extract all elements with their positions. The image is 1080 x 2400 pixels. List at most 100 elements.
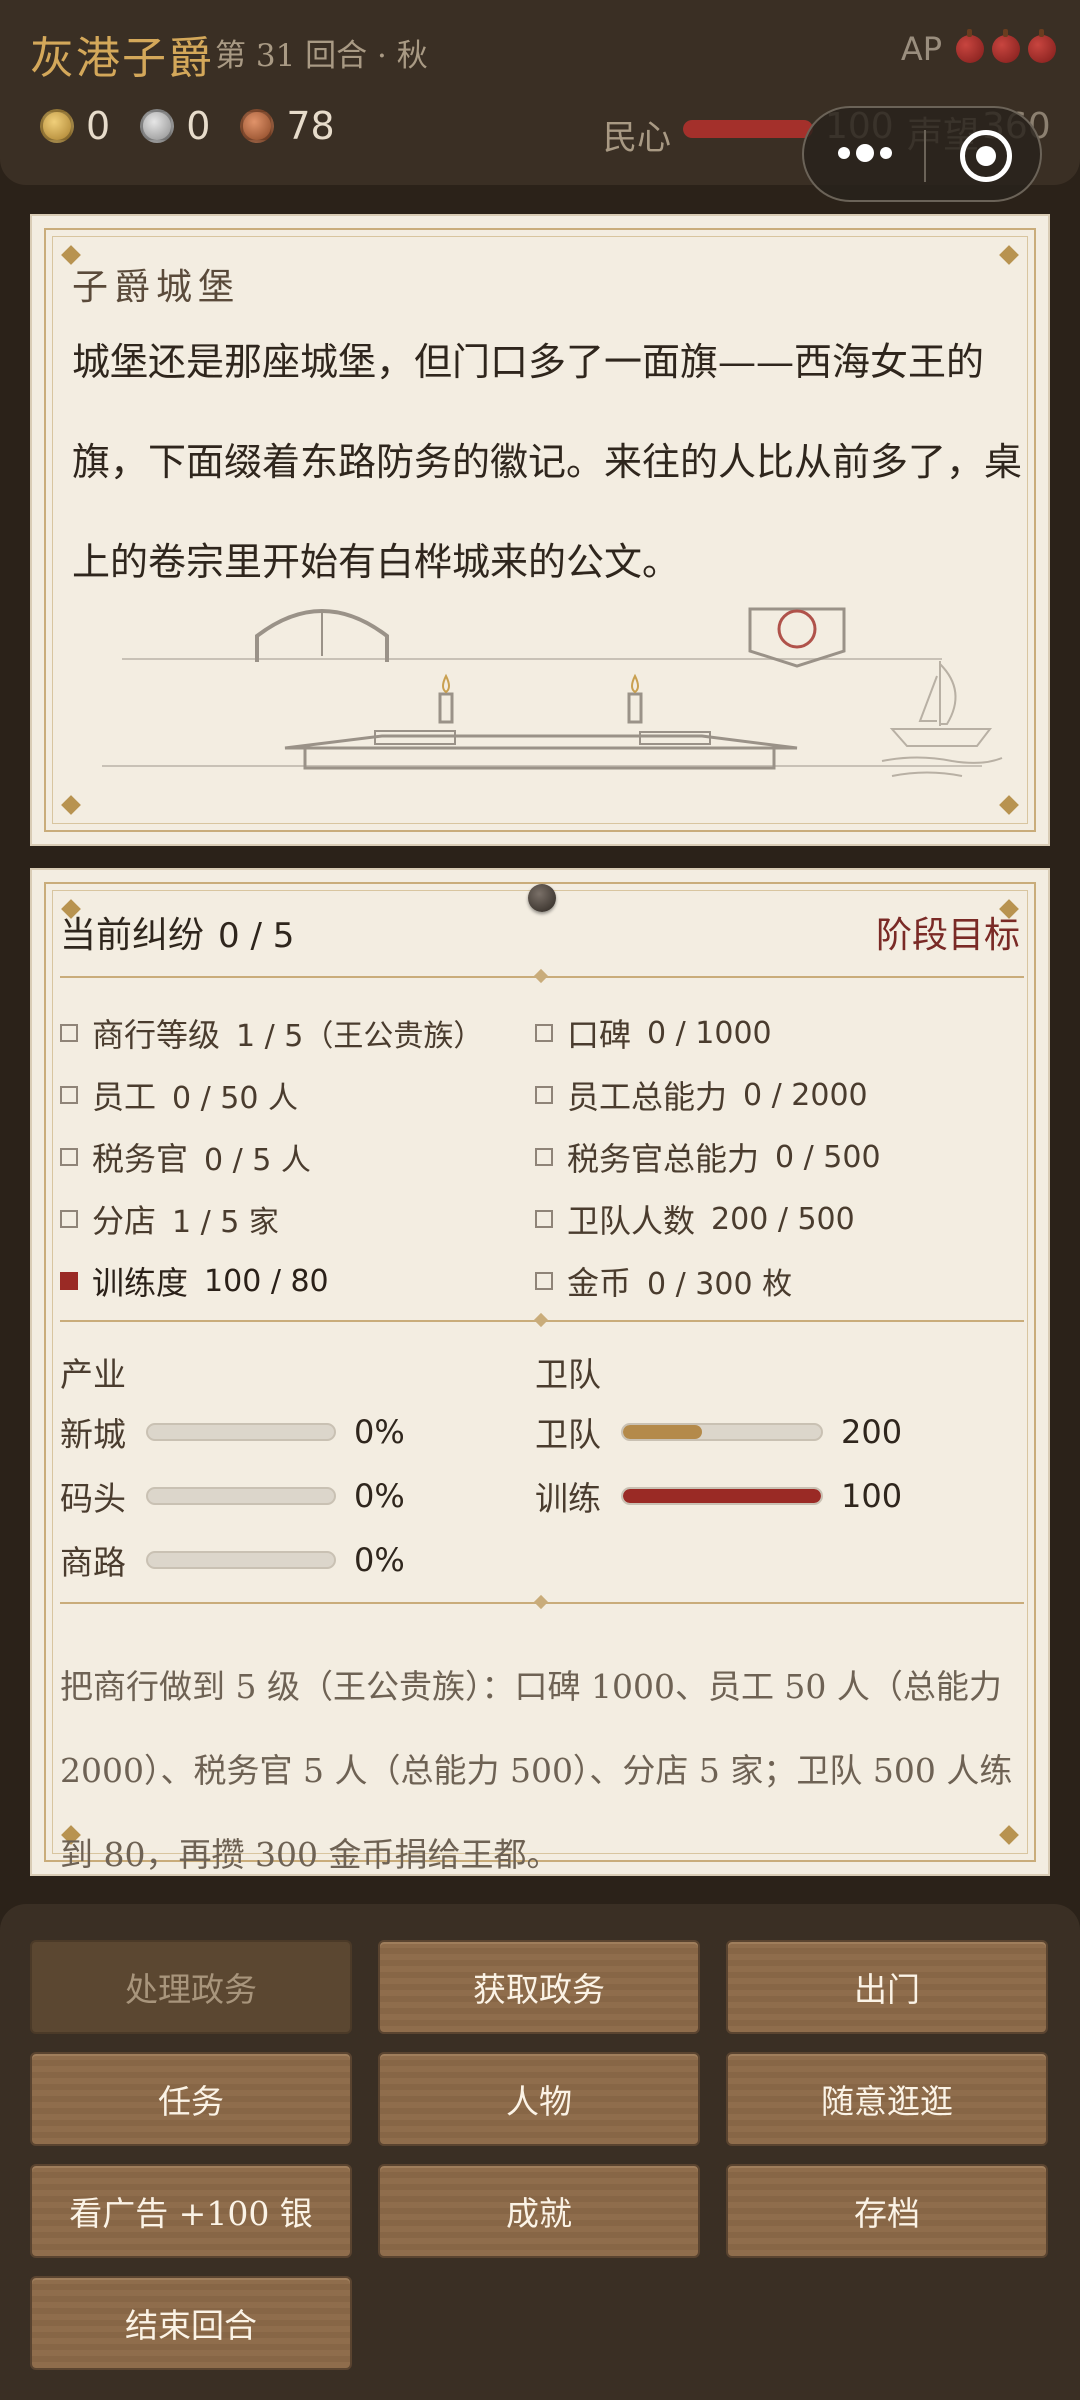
dispute-counter: 当前纠纷 0 / 5: [60, 906, 294, 958]
action-button-2[interactable]: 获取政务: [378, 1940, 700, 2034]
stage-goal-link[interactable]: 阶段目标: [876, 906, 1020, 958]
silver-count: 0: [186, 104, 211, 148]
industry-meter-track: [146, 1487, 336, 1505]
action-button-5[interactable]: 人物: [378, 2052, 700, 2146]
action-button-4[interactable]: 任务: [30, 2052, 352, 2146]
industry-meter-row: 新城 0%: [60, 1408, 405, 1456]
guard-meter-row: 训练 100: [535, 1472, 902, 1520]
action-button-1: 处理政务: [30, 1940, 352, 2034]
unchecked-box-icon: [60, 1024, 78, 1042]
requirement-label: 员工: [92, 1078, 157, 1116]
stage-goal-description: 把商行做到 5 级（王公贵族）：口碑 1000、员工 50 人（总能力 2000…: [60, 1667, 1013, 1874]
pin-icon: [528, 884, 556, 912]
gold-count: 0: [86, 104, 111, 148]
requirement-label: 商行等级: [92, 1016, 221, 1054]
guard-meter-track: [621, 1423, 823, 1441]
requirement-value: 0 / 1000: [647, 1015, 772, 1051]
action-button-3[interactable]: 出门: [726, 1940, 1048, 2034]
industry-meter-value: 0%: [354, 1477, 405, 1515]
industry-meter-label: 码头: [60, 1479, 126, 1518]
guard-meter-label: 训练: [535, 1479, 601, 1518]
requirement-value: 0 / 50 人: [172, 1081, 298, 1116]
action-points: AP: [900, 29, 1056, 68]
story-panel: 子爵城堡 城堡还是那座城堡，但门口多了一面旗——西海女王的旗，下面缀着东路防务的…: [30, 214, 1050, 846]
requirement-item: 卫队人数 200 / 500: [535, 1196, 855, 1242]
industry-meter-label: 新城: [60, 1415, 126, 1454]
unchecked-box-icon: [60, 1148, 78, 1166]
more-options-icon[interactable]: [838, 144, 892, 162]
requirement-value: 0 / 5 人: [204, 1143, 311, 1178]
industry-meter-track: [146, 1551, 336, 1569]
gold-coin-icon: [40, 109, 74, 143]
action-button-6[interactable]: 随意逛逛: [726, 2052, 1048, 2146]
requirement-value: 1 / 5 家: [172, 1205, 279, 1240]
requirement-label: 分店: [92, 1202, 157, 1240]
checked-box-icon: [60, 1272, 78, 1290]
capsule-divider: [924, 130, 926, 182]
ap-apple-icon: [992, 29, 1020, 63]
guard-meter-value: 100: [841, 1477, 903, 1515]
castle-hall-illustration: [102, 607, 1003, 777]
player-title: 灰港子爵: [30, 33, 214, 84]
requirement-item: 训练度 100 / 80: [60, 1258, 329, 1304]
requirement-value: 0 / 300 枚: [647, 1267, 793, 1302]
requirement-value: 0 / 2000: [743, 1077, 868, 1113]
miniprogram-capsule: [802, 106, 1042, 202]
unchecked-box-icon: [535, 1024, 553, 1042]
action-panel: 处理政务 获取政务 出门任务 人物 随意逛逛看广告 +100 银成就 存档结束回合: [0, 1904, 1080, 2400]
requirement-item: 商行等级 1 / 5（王公贵族）: [60, 1010, 483, 1056]
turn-indicator: 第 31 回合 · 秋: [215, 38, 428, 74]
action-button-9[interactable]: 存档: [726, 2164, 1048, 2258]
unchecked-box-icon: [535, 1272, 553, 1290]
guard-meter-track: [621, 1487, 823, 1505]
industry-meter-row: 商路 0%: [60, 1536, 405, 1584]
requirement-label: 金币: [567, 1264, 632, 1302]
guard-title: 卫队: [535, 1355, 601, 1394]
divider: [60, 1320, 1024, 1322]
copper-coin-icon: [240, 109, 275, 143]
ap-apple-icon: [956, 29, 984, 63]
requirement-item: 金币 0 / 300 枚: [535, 1258, 792, 1304]
requirement-label: 口碑: [567, 1016, 632, 1054]
unchecked-box-icon: [535, 1148, 553, 1166]
requirement-item: 税务官总能力 0 / 500: [535, 1134, 881, 1180]
guard-meter-value: 200: [841, 1413, 903, 1451]
industry-meter-value: 0%: [354, 1541, 405, 1579]
guard-meter-label: 卫队: [535, 1415, 601, 1454]
requirement-item: 口碑 0 / 1000: [535, 1010, 772, 1056]
unchecked-box-icon: [60, 1086, 78, 1104]
dispute-label: 当前纠纷: [60, 915, 205, 956]
requirement-label: 员工总能力: [567, 1078, 728, 1116]
requirement-label: 卫队人数: [567, 1202, 696, 1240]
industry-meter-track: [146, 1423, 336, 1441]
requirement-label: 税务官总能力: [567, 1140, 760, 1178]
minxin-bar-fill: [683, 120, 813, 138]
requirement-item: 员工总能力 0 / 2000: [535, 1072, 868, 1118]
industry-meter-row: 码头 0%: [60, 1472, 405, 1520]
copper-count: 78: [286, 104, 335, 148]
action-button-10[interactable]: 结束回合: [30, 2276, 352, 2370]
requirement-value: 100 / 80: [204, 1263, 329, 1299]
requirement-item: 员工 0 / 50 人: [60, 1072, 298, 1118]
requirement-label: 税务官: [92, 1140, 189, 1178]
requirement-item: 分店 1 / 5 家: [60, 1196, 279, 1242]
divider: [60, 976, 1024, 978]
ap-label: AP: [900, 30, 942, 68]
industry-title: 产业: [60, 1355, 126, 1394]
unchecked-box-icon: [535, 1086, 553, 1104]
action-button-7[interactable]: 看广告 +100 银: [30, 2164, 352, 2258]
close-miniprogram-icon[interactable]: [960, 130, 1012, 182]
action-button-8[interactable]: 成就: [378, 2164, 700, 2258]
minxin-bar: [683, 120, 813, 138]
guard-meter-fill: [623, 1425, 703, 1439]
unchecked-box-icon: [535, 1210, 553, 1228]
divider: [60, 1602, 1024, 1604]
requirement-label: 训练度: [92, 1264, 189, 1302]
stage-goals-panel: 当前纠纷 0 / 5 阶段目标 商行等级 1 / 5（王公贵族） 口碑 0 / 1000…: [30, 868, 1050, 1876]
corner-ornament-icon: [999, 245, 1019, 265]
requirement-value: 200 / 500: [711, 1201, 855, 1237]
requirement-value: 0 / 500: [775, 1139, 881, 1175]
requirement-value: 1 / 5（王公贵族）: [236, 1019, 484, 1054]
top-status-bar: 灰港子爵 第 31 回合 · 秋 AP 0 0 78 民心 100 声望 360: [0, 0, 1080, 202]
location-title: 子爵城堡: [72, 267, 241, 308]
